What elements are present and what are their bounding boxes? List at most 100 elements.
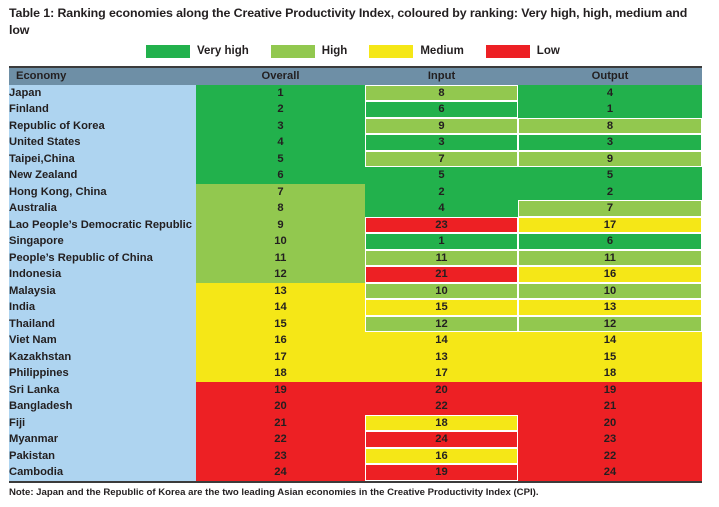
cell-output: 6	[518, 233, 702, 250]
cell-value: 2	[277, 103, 284, 115]
cell-value: 5	[438, 169, 445, 181]
cell-overall: 13	[196, 282, 365, 299]
cell-output: 18	[518, 365, 702, 382]
cell-value: 16	[274, 334, 287, 346]
cell-value: 7	[606, 202, 614, 214]
cell-value: 15	[603, 350, 617, 363]
cell-overall: 23	[196, 447, 365, 464]
cell-value: 15	[435, 301, 448, 313]
cell-overall: 21	[196, 414, 365, 431]
table-row: Republic of Korea 3 9 8	[9, 117, 702, 135]
cell-value: 14	[274, 301, 287, 313]
table-row: Lao People’s Democratic Republic 9 23 17	[9, 216, 702, 233]
ranking-table: Economy Overall Input Output Japan 1 8 4 Fin…	[9, 68, 702, 481]
cell-value: 2	[606, 185, 614, 198]
cell-value: 9	[438, 119, 445, 132]
table-row: Thailand 15 12 12	[9, 315, 702, 333]
cell-value: 13	[274, 284, 287, 297]
cell-economy: Myanmar	[9, 431, 196, 448]
cell-value: 21	[603, 400, 617, 412]
legend-label-low: Low	[536, 44, 560, 57]
cell-overall: 2	[196, 101, 365, 118]
cell-value: 10	[603, 284, 617, 297]
legend-swatch-medium	[369, 44, 414, 58]
cell-output: 11	[518, 250, 702, 267]
cell-overall: 16	[196, 332, 365, 349]
cell-value: 21	[274, 416, 287, 429]
cell-input: 4	[365, 200, 518, 217]
cell-value: 20	[603, 416, 617, 429]
cell-economy: Kazakhstan	[9, 348, 196, 365]
cell-value: 6	[606, 235, 614, 247]
cell-input: 15	[365, 299, 518, 316]
table-row: Viet Nam 16 14 14	[9, 332, 702, 349]
table-body: Japan 1 8 4 Finland 2 6 1 Republic of Korea 3 9 8 Un…	[9, 84, 702, 481]
cell-input: 20	[365, 381, 518, 398]
cell-overall: 9	[196, 216, 365, 233]
cell-value: 1	[277, 86, 284, 99]
cell-value: 8	[438, 86, 445, 99]
cell-value: 11	[604, 251, 616, 264]
cell-overall: 4	[196, 134, 365, 151]
cell-input: 3	[365, 134, 518, 151]
cell-value: 13	[435, 350, 448, 363]
column-header-input: Input	[365, 68, 518, 85]
cell-value: 14	[435, 334, 448, 346]
cell-overall: 6	[196, 167, 365, 184]
cell-value: 19	[603, 383, 617, 396]
cell-value: 16	[435, 449, 448, 462]
cell-value: 4	[277, 136, 284, 148]
cell-output: 4	[518, 84, 702, 101]
cell-output: 24	[518, 464, 702, 481]
table-row: United States 4 3 3	[9, 134, 702, 151]
cell-economy: Republic of Korea	[9, 117, 196, 134]
cell-output: 23	[518, 431, 702, 448]
cell-output: 21	[518, 398, 702, 415]
cell-economy: Taipei,China	[9, 150, 196, 167]
cell-input: 12	[365, 316, 518, 333]
cell-value: 16	[603, 268, 617, 280]
cell-economy: Australia	[9, 200, 196, 217]
cell-output: 5	[518, 167, 702, 184]
cell-value: 10	[435, 284, 448, 297]
table-row: Pakistan 23 16 22	[9, 447, 702, 465]
cell-value: 17	[435, 367, 448, 379]
cell-economy: New Zealand	[9, 167, 196, 184]
cell-value: 17	[274, 350, 287, 363]
table-row: Malaysia 13 10 10	[9, 282, 702, 300]
cell-overall: 5	[196, 150, 365, 167]
cell-input: 14	[365, 332, 518, 349]
cell-output: 8	[518, 118, 702, 135]
page-title: Table 1: Ranking economies along the Cre…	[9, 6, 688, 37]
cell-value: 21	[435, 268, 448, 280]
cell-input: 7	[365, 151, 518, 168]
cell-value: 18	[603, 367, 617, 379]
cell-value: 5	[606, 169, 614, 181]
cell-economy: Bangladesh	[9, 398, 196, 415]
cell-economy: India	[9, 299, 196, 316]
cell-input: 2	[365, 183, 518, 200]
cell-economy: Viet Nam	[9, 332, 196, 349]
cell-input: 10	[365, 283, 518, 300]
cell-input: 16	[365, 448, 518, 465]
table-bottom-rule	[9, 480, 702, 483]
cell-input: 22	[365, 398, 518, 415]
cell-economy: Indonesia	[9, 266, 196, 283]
cell-overall: 7	[196, 183, 365, 200]
cell-value: 17	[603, 218, 617, 231]
cell-output: 2	[518, 183, 702, 200]
cell-value: 3	[606, 136, 614, 148]
cell-value: 8	[277, 202, 284, 214]
cell-input: 5	[365, 167, 518, 184]
cell-value: 20	[435, 383, 448, 396]
column-header-overall: Overall	[196, 68, 365, 85]
table-note: Note: Japan and the Republic of Korea ar…	[9, 487, 539, 498]
cell-value: 1	[606, 103, 614, 115]
cell-value: 1	[438, 235, 445, 247]
cell-economy: Singapore	[9, 233, 196, 250]
legend-item-very-high: Very high	[146, 44, 249, 58]
cell-input: 18	[365, 415, 518, 432]
table-row: Hong Kong, China 7 2 2	[9, 183, 702, 200]
cell-economy: United States	[9, 134, 196, 151]
cell-value: 12	[435, 317, 448, 330]
